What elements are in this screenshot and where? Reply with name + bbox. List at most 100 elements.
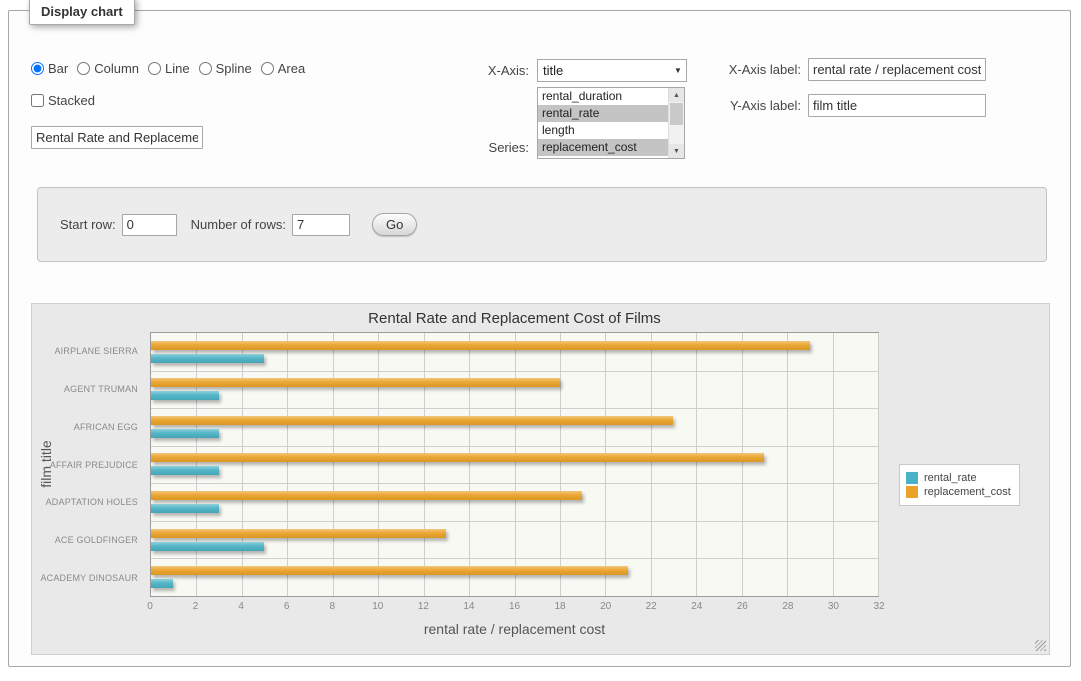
x-tick-label: 2 bbox=[193, 601, 199, 612]
chart-legend: rental_rate replacement_cost bbox=[899, 464, 1020, 506]
bar-replacement_cost bbox=[151, 566, 628, 575]
x-axis-select[interactable]: title ▼ bbox=[537, 59, 687, 82]
chart-type-label-line: Line bbox=[165, 61, 190, 76]
chart-type-label-spline: Spline bbox=[216, 61, 252, 76]
scroll-down-icon[interactable]: ▼ bbox=[669, 144, 684, 158]
page: Display chart Bar Column Line Spline Area St… bbox=[0, 0, 1081, 681]
x-tick-label: 24 bbox=[691, 601, 702, 612]
bar-rental_rate bbox=[151, 391, 219, 400]
y-tick-label: ACE GOLDFINGER bbox=[55, 535, 138, 545]
go-button[interactable]: Go bbox=[372, 213, 417, 236]
display-chart-fieldset: Display chart BarColumnLineSplineArea St… bbox=[8, 10, 1071, 667]
y-tick-label: AGENT TRUMAN bbox=[64, 384, 138, 394]
stacked-checkbox[interactable] bbox=[31, 94, 44, 107]
bar-replacement_cost bbox=[151, 529, 446, 538]
fieldset-legend: Display chart bbox=[29, 0, 135, 25]
x-tick-label: 20 bbox=[600, 601, 611, 612]
bar-replacement_cost bbox=[151, 378, 560, 387]
series-listbox[interactable]: rental_durationrental_ratelengthreplacem… bbox=[537, 87, 685, 159]
bar-rental_rate bbox=[151, 579, 173, 588]
x-axis-selected-value: title bbox=[538, 63, 670, 78]
chart-type-label-area: Area bbox=[278, 61, 305, 76]
x-axis-title: rental rate / replacement cost bbox=[150, 621, 879, 637]
x-tick-label: 10 bbox=[372, 601, 383, 612]
num-rows-input[interactable] bbox=[292, 214, 350, 236]
legend-label-replacement_cost: replacement_cost bbox=[924, 486, 1011, 498]
series-option-rental_rate[interactable]: rental_rate bbox=[538, 105, 668, 122]
chart-type-label-bar: Bar bbox=[48, 61, 68, 76]
chart-type-option-area[interactable]: Area bbox=[261, 61, 305, 76]
legend-label-rental_rate: rental_rate bbox=[924, 472, 977, 484]
x-axis-label-field-label: X-Axis label: bbox=[689, 62, 801, 77]
bar-group-academy-dinosaur bbox=[151, 558, 878, 596]
y-tick-label: AIRPLANE SIERRA bbox=[54, 346, 138, 356]
bar-group-airplane-sierra bbox=[151, 333, 878, 371]
chart-type-option-column[interactable]: Column bbox=[77, 61, 139, 76]
x-tick-label: 4 bbox=[238, 601, 244, 612]
chart-type-radio-group: Bar Column Line Spline Area bbox=[31, 61, 314, 76]
legend-item-rental_rate: rental_rate bbox=[906, 472, 1011, 484]
chart-type-label-column: Column bbox=[94, 61, 139, 76]
chart-container: Rental Rate and Replacement Cost of Film… bbox=[31, 303, 1050, 655]
legend-item-replacement_cost: replacement_cost bbox=[906, 486, 1011, 498]
chart-type-radio-column[interactable] bbox=[77, 62, 90, 75]
y-axis-label-field-label: Y-Axis label: bbox=[689, 98, 801, 113]
stacked-option[interactable]: Stacked bbox=[31, 93, 95, 108]
resize-handle[interactable] bbox=[1035, 640, 1046, 651]
series-scrollbar[interactable]: ▲ ▼ bbox=[668, 88, 684, 158]
chart-type-radio-bar[interactable] bbox=[31, 62, 44, 75]
chart-type-option-spline[interactable]: Spline bbox=[199, 61, 252, 76]
gridline-vertical bbox=[878, 333, 879, 596]
x-axis-label-input[interactable] bbox=[808, 58, 986, 81]
chart-type-radio-line[interactable] bbox=[148, 62, 161, 75]
x-tick-label: 6 bbox=[284, 601, 290, 612]
bar-replacement_cost bbox=[151, 341, 810, 350]
x-tick-label: 32 bbox=[873, 601, 884, 612]
series-option-replacement_cost[interactable]: replacement_cost bbox=[538, 139, 668, 156]
x-tick-label: 18 bbox=[555, 601, 566, 612]
chevron-down-icon: ▼ bbox=[670, 66, 686, 75]
bar-rental_rate bbox=[151, 542, 264, 551]
scrollbar-thumb[interactable] bbox=[670, 103, 683, 125]
series-select-label: Series: bbox=[429, 140, 529, 155]
y-axis-label-input[interactable] bbox=[808, 94, 986, 117]
bar-rental_rate bbox=[151, 466, 219, 475]
bar-rental_rate bbox=[151, 429, 219, 438]
bar-group-african-egg bbox=[151, 408, 878, 446]
y-tick-label: ACADEMY DINOSAUR bbox=[40, 573, 138, 583]
bar-rental_rate bbox=[151, 354, 264, 363]
x-tick-label: 30 bbox=[828, 601, 839, 612]
legend-swatch-replacement_cost bbox=[906, 486, 918, 498]
chart-type-radio-spline[interactable] bbox=[199, 62, 212, 75]
series-option-length[interactable]: length bbox=[538, 122, 668, 139]
x-tick-label: 28 bbox=[782, 601, 793, 612]
scrollbar-track[interactable] bbox=[669, 102, 684, 144]
bar-group-agent-truman bbox=[151, 371, 878, 409]
chart-title-input[interactable] bbox=[31, 126, 203, 149]
series-option-rental_duration[interactable]: rental_duration bbox=[538, 88, 668, 105]
x-tick-labels: 02468101214161820222426283032 bbox=[150, 601, 879, 615]
start-row-input[interactable] bbox=[122, 214, 177, 236]
num-rows-label: Number of rows: bbox=[191, 217, 286, 232]
chart-type-option-bar[interactable]: Bar bbox=[31, 61, 68, 76]
start-row-label: Start row: bbox=[60, 217, 116, 232]
bar-group-adaptation-holes bbox=[151, 483, 878, 521]
x-tick-label: 0 bbox=[147, 601, 153, 612]
chart-type-option-line[interactable]: Line bbox=[148, 61, 190, 76]
y-tick-label: ADAPTATION HOLES bbox=[46, 497, 138, 507]
chart-type-radio-area[interactable] bbox=[261, 62, 274, 75]
x-axis-select-label: X-Axis: bbox=[429, 63, 529, 78]
chart-title: Rental Rate and Replacement Cost of Film… bbox=[150, 310, 879, 327]
bar-group-ace-goldfinger bbox=[151, 521, 878, 559]
series-options: rental_durationrental_ratelengthreplacem… bbox=[538, 88, 668, 158]
x-tick-label: 14 bbox=[463, 601, 474, 612]
bar-replacement_cost bbox=[151, 416, 673, 425]
x-tick-label: 22 bbox=[646, 601, 657, 612]
stacked-label: Stacked bbox=[48, 93, 95, 108]
bar-replacement_cost bbox=[151, 491, 582, 500]
y-tick-label: AFRICAN EGG bbox=[74, 422, 138, 432]
rows-panel: Start row: Number of rows: Go bbox=[37, 187, 1047, 262]
bar-rental_rate bbox=[151, 504, 219, 513]
scroll-up-icon[interactable]: ▲ bbox=[669, 88, 684, 102]
y-tick-labels: AIRPLANE SIERRAAGENT TRUMANAFRICAN EGGAF… bbox=[32, 332, 144, 597]
